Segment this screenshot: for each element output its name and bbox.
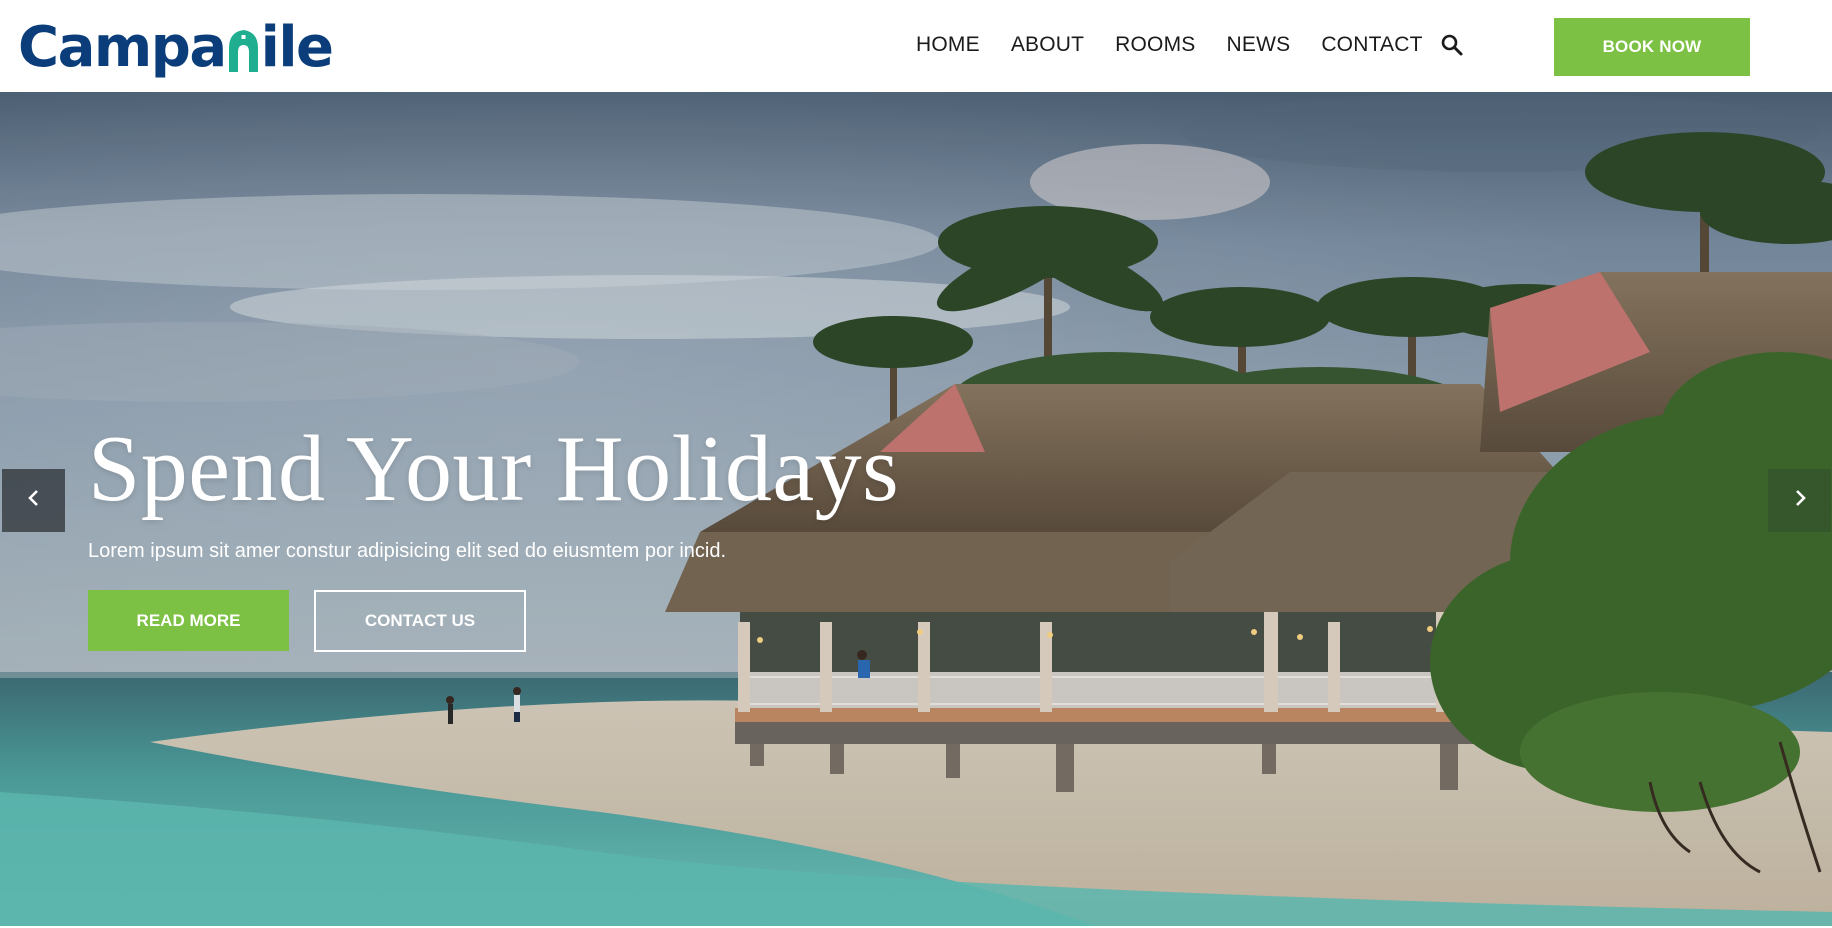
hero-slider: Spend Your Holidays Lorem ipsum sit amer…	[0, 92, 1832, 928]
logo-text-part1: Campa	[18, 15, 227, 80]
chevron-left-icon	[26, 488, 42, 513]
nav-item-rooms[interactable]: ROOMS	[1115, 30, 1195, 60]
nav-item-contact[interactable]: CONTACT	[1321, 30, 1422, 60]
hero-buttons: READ MORE CONTACT US	[88, 590, 899, 652]
hero-subtitle: Lorem ipsum sit amer constur adipisicing…	[88, 540, 727, 562]
nav-item-home[interactable]: HOME	[916, 30, 980, 60]
logo-wordmark: Campa ile	[18, 12, 334, 84]
house-icon	[227, 28, 260, 72]
hero-title: Spend Your Holidays	[88, 417, 900, 521]
site-logo[interactable]: Campa ile	[18, 12, 334, 88]
chevron-right-icon	[1792, 488, 1808, 513]
hero-content: Spend Your Holidays Lorem ipsum sit amer…	[88, 414, 899, 652]
nav-item-news[interactable]: NEWS	[1227, 30, 1291, 60]
slider-prev-button[interactable]	[2, 469, 65, 532]
logo-text-part2: ile	[260, 15, 334, 80]
search-icon[interactable]	[1440, 33, 1464, 57]
nav-item-about[interactable]: ABOUT	[1011, 30, 1084, 60]
main-nav: HOME ABOUT ROOMS NEWS CONTACT	[916, 30, 1454, 60]
contact-us-button[interactable]: CONTACT US	[314, 590, 526, 652]
book-now-button[interactable]: BOOK NOW	[1554, 18, 1750, 76]
slider-next-button[interactable]	[1768, 469, 1831, 532]
read-more-button[interactable]: READ MORE	[88, 590, 289, 651]
site-header: Campa ile HOME ABOUT ROOMS NEWS CONTACT …	[0, 0, 1832, 92]
